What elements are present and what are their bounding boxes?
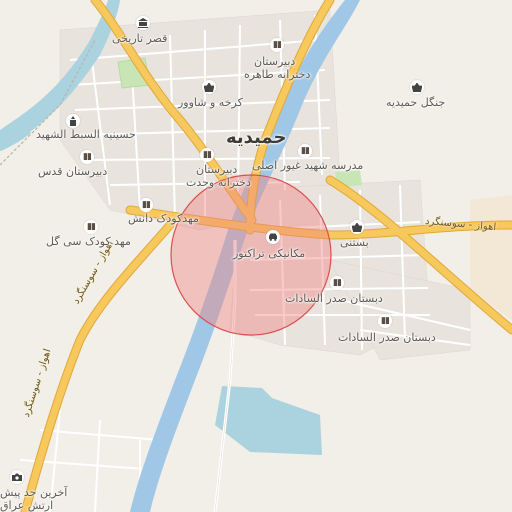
place-label-hamidiyeh-forest[interactable]: جنگل حمیدیه: [386, 96, 445, 109]
shopping-basket-icon[interactable]: [350, 220, 364, 234]
place-label-bastani[interactable]: بستنی: [340, 236, 369, 249]
place-label-sadr-school-2[interactable]: دبستان صدر السادات: [338, 331, 436, 344]
school-icon[interactable]: ▮▮: [80, 150, 94, 164]
place-label-ghayour-school[interactable]: مدرسه شهید غیور اصلی: [252, 159, 363, 172]
place-label-historic-palace[interactable]: قصر تاریخی: [112, 32, 167, 45]
place-label-hosseiniyeh[interactable]: حسینیه السبط الشهید: [36, 128, 136, 141]
place-label-sadr-school-1[interactable]: دبستان صدر السادات: [285, 292, 383, 305]
place-label-vahdat-line2[interactable]: دخترانه وحدت: [186, 176, 251, 189]
place-label-vahdat-line1[interactable]: دبیرستان: [196, 163, 237, 176]
shopping-basket-icon[interactable]: [202, 80, 216, 94]
city-label[interactable]: حمیدیه: [226, 128, 286, 148]
museum-icon[interactable]: [136, 16, 150, 30]
place-label-last-border-line2[interactable]: ارتش عراق: [0, 499, 53, 512]
school-icon[interactable]: ▮▮: [298, 144, 312, 158]
school-icon[interactable]: ▮▮: [378, 314, 392, 328]
map-canvas[interactable]: حمیدیه اهواز - سوسنگرد اهواز - سوسنگرد ا…: [0, 0, 512, 512]
mosque-icon[interactable]: [66, 114, 80, 128]
camera-icon[interactable]: [10, 470, 24, 484]
place-label-tahereh-line1[interactable]: دبیرستان: [254, 55, 295, 68]
car-repair-icon[interactable]: [266, 230, 280, 244]
place-label-tahereh-line2[interactable]: دخترانه طاهره: [244, 68, 310, 81]
shopping-basket-icon[interactable]: [410, 80, 424, 94]
school-icon[interactable]: ▮▮: [200, 148, 214, 162]
place-label-kindergarten-danesh[interactable]: مهدکودک دانش: [128, 212, 199, 225]
place-label-qods-high-school[interactable]: دبیرستان قدس: [38, 165, 107, 178]
school-icon[interactable]: ▮▮: [330, 276, 344, 290]
place-label-kindergarten-sibgol[interactable]: مهد کودک سی گل: [46, 235, 131, 248]
school-icon[interactable]: ▮▮: [84, 220, 98, 234]
place-label-karkheh-shavour[interactable]: کرخه و شاوور: [178, 96, 243, 109]
school-icon[interactable]: ▮▮: [270, 38, 284, 52]
place-label-tractor-mechanic[interactable]: مکانیکی تراکتور: [233, 247, 305, 260]
school-icon[interactable]: ▮▮: [139, 198, 153, 212]
place-label-last-border-line1[interactable]: آخرین حد پیش: [0, 486, 67, 499]
